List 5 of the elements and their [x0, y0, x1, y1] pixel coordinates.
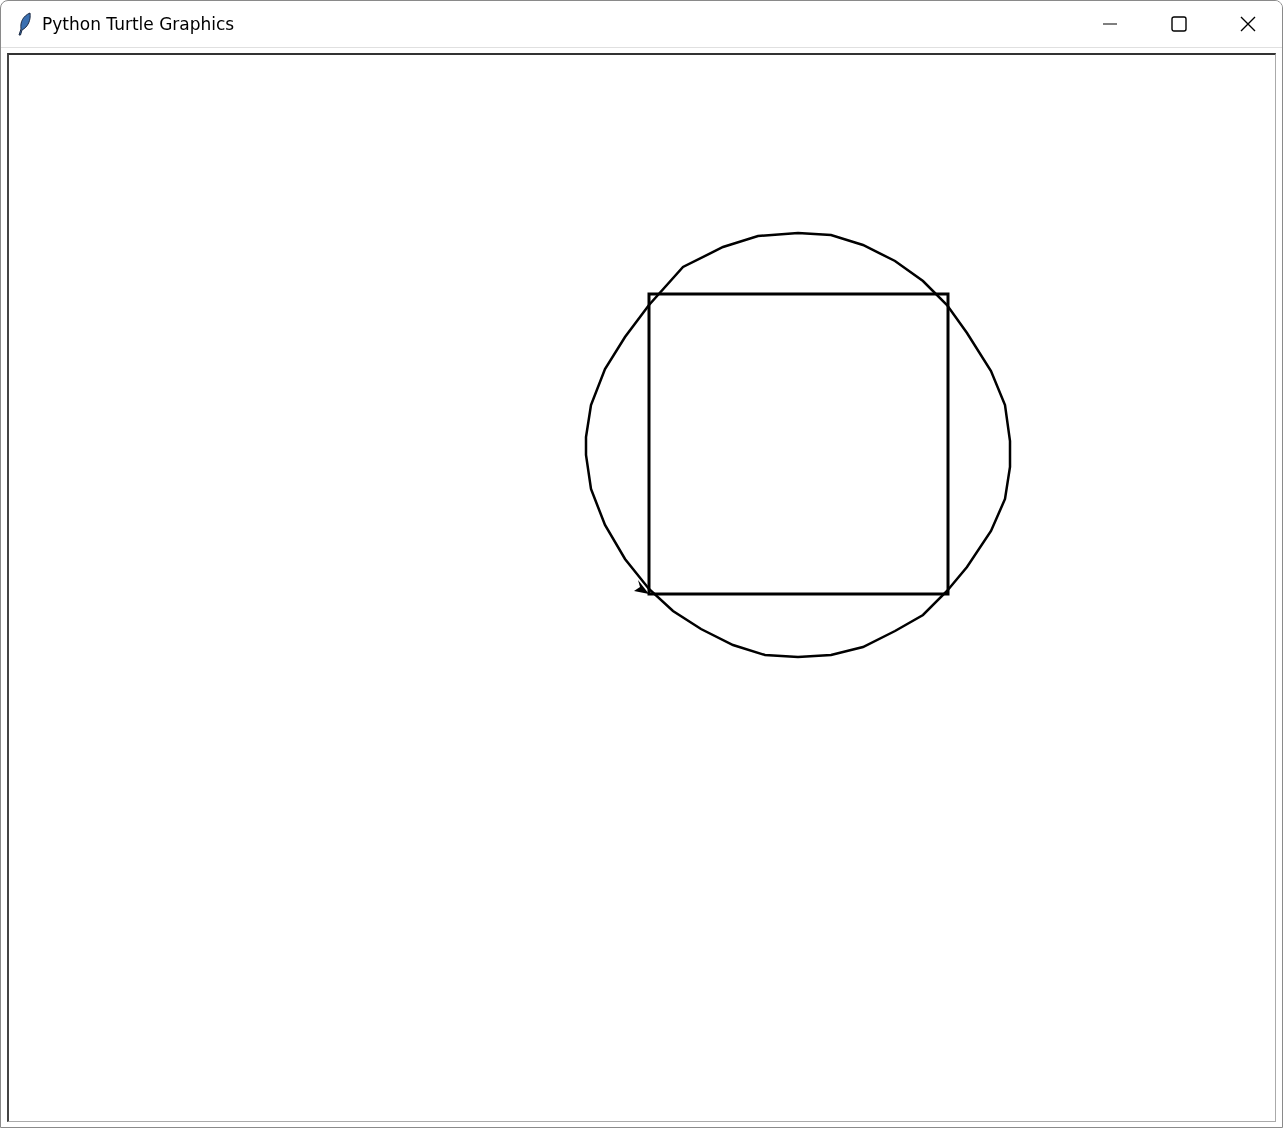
turtle-arrow-icon: [634, 580, 649, 594]
window-title: Python Turtle Graphics: [42, 14, 235, 34]
close-icon: [1239, 16, 1256, 32]
maximize-icon: [1170, 16, 1187, 32]
feather-icon: [17, 12, 33, 36]
